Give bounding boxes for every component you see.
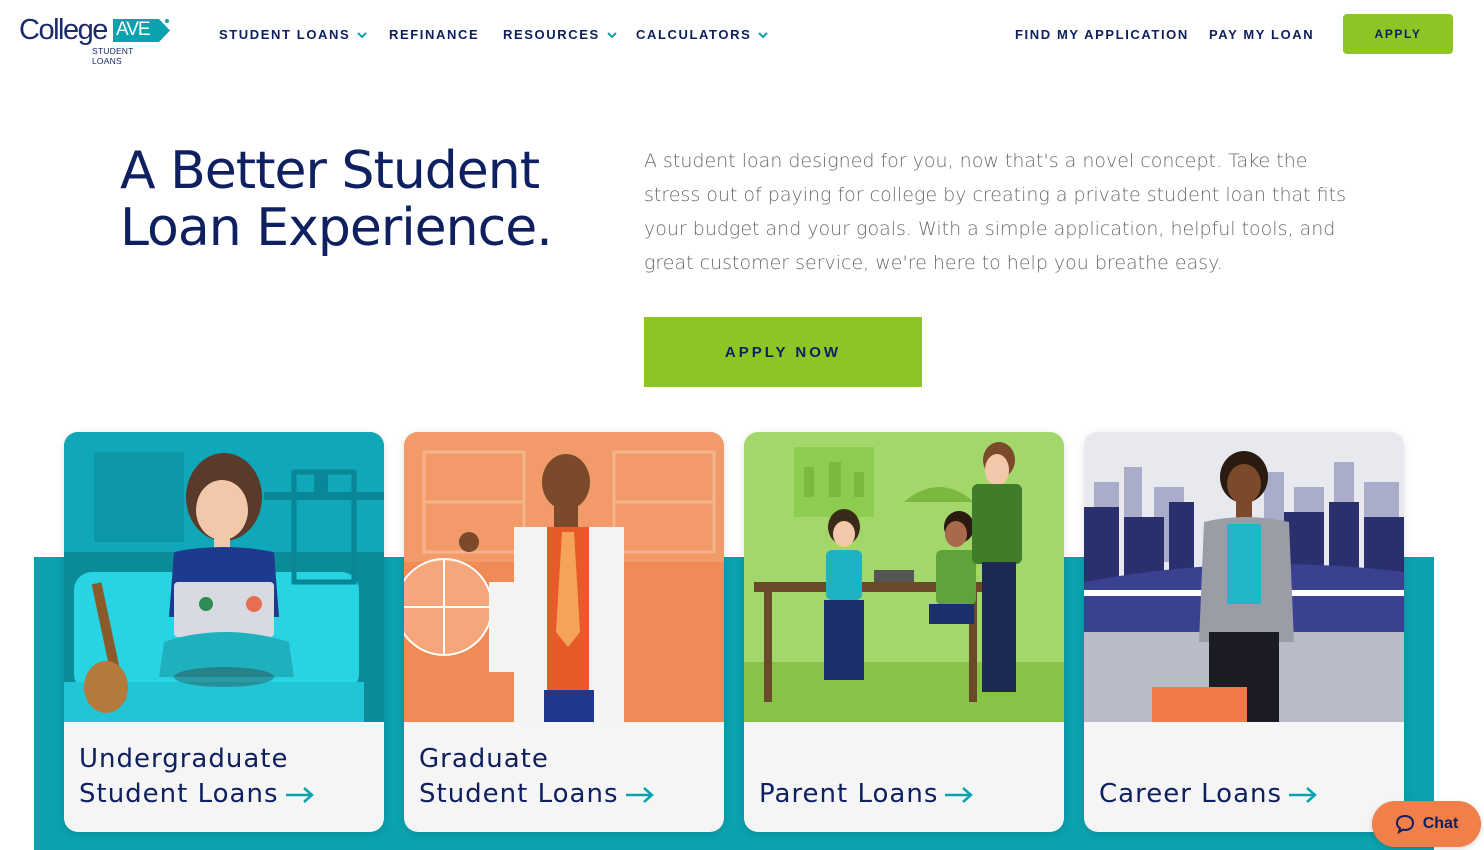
nav-find-application-label: FIND MY APPLICATION [1015,27,1189,42]
nav-resources-label: RESOURCES [503,27,600,42]
nav-calculators-label: CALCULATORS [636,27,752,42]
college-ave-logo[interactable]: College AVE STUDENT LOANS [19,14,170,66]
chevron-down-icon [758,31,769,38]
chat-bubble-icon [1395,814,1414,834]
nav-pay-my-loan[interactable]: PAY MY LOAN [1209,27,1314,42]
nav-pay-loan-label: PAY MY LOAN [1209,27,1315,42]
card-undergraduate-line1: Undergraduate [79,744,289,774]
arrow-right-icon [1289,786,1317,803]
card-graduate-line1: Graduate [419,744,549,774]
card-undergraduate-line2: Student Loans [79,779,279,809]
arrow-right-icon [625,786,654,803]
logo-ave-text: AVE [116,19,151,40]
apply-button[interactable]: APPLY [1343,14,1453,54]
nav-student-loans-label: STUDENT LOANS [219,27,351,42]
chat-label: Chat [1422,815,1459,832]
card-parent-label: Parent Loans [759,742,974,812]
nav-refinance[interactable]: REFINANCE [389,27,479,42]
chevron-down-icon [607,31,617,38]
undergraduate-student-illustration [64,432,384,722]
card-undergraduate-loans[interactable]: Undergraduate Student Loans [64,432,384,832]
card-parent-line2: Parent Loans [759,779,939,809]
card-career-loans[interactable]: Career Loans [1084,432,1404,832]
nav-find-my-application[interactable]: FIND MY APPLICATION [1015,27,1189,42]
parent-family-illustration [744,432,1064,722]
arrow-right-icon [285,786,314,803]
card-graduate-label: Graduate Student Loans [419,742,655,812]
card-parent-loans[interactable]: Parent Loans [744,432,1064,832]
card-graduate-line2: Student Loans [419,779,619,809]
nav-resources[interactable]: RESOURCES [503,27,618,42]
card-undergraduate-label: Undergraduate Student Loans [79,742,315,812]
arrow-right-icon [945,786,974,803]
site-header: College AVE STUDENT LOANS STUDENT LOANS … [0,0,1484,70]
hero-description: A student loan designed for you, now tha… [644,150,1346,274]
card-career-line2: Career Loans [1099,779,1283,809]
graduate-student-illustration [404,432,724,722]
logo-word: College [19,14,108,46]
card-graduate-loans[interactable]: Graduate Student Loans [404,432,724,832]
hero-title: A Better Student Loan Experience. [120,141,553,258]
nav-calculators[interactable]: CALCULATORS [636,27,769,42]
chat-button[interactable]: Chat [1372,801,1481,847]
chevron-down-icon [357,31,368,38]
logo-subtitle: STUDENT LOANS [92,46,134,66]
apply-now-button[interactable]: APPLY NOW [644,317,922,387]
card-career-label: Career Loans [1099,742,1318,812]
nav-refinance-label: REFINANCE [389,27,480,42]
nav-student-loans[interactable]: STUDENT LOANS [219,27,368,42]
career-professional-illustration [1084,432,1404,722]
